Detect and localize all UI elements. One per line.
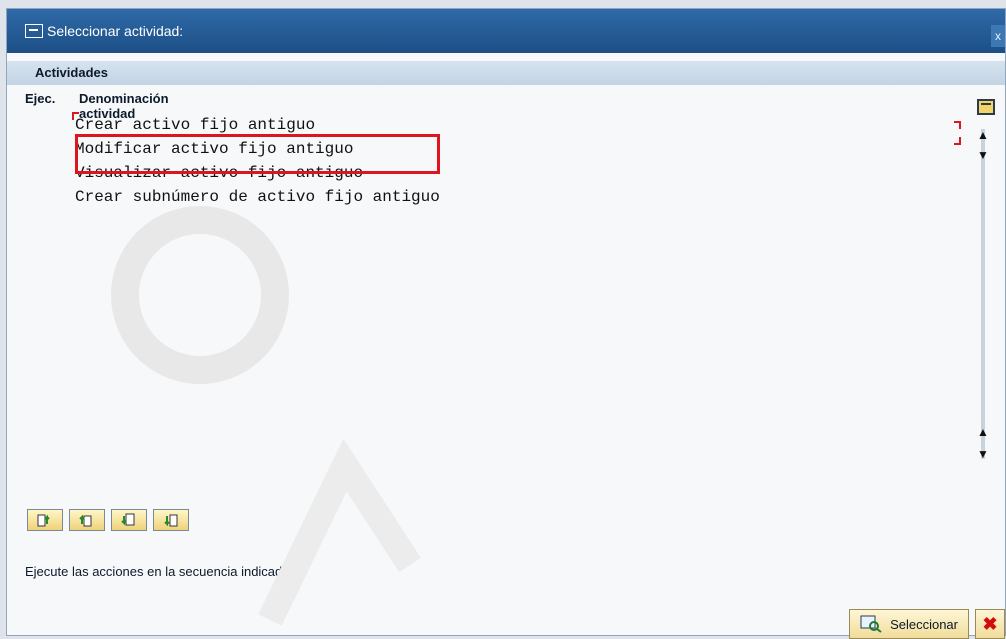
move-up-button[interactable] — [27, 509, 63, 531]
layout-settings-icon[interactable] — [977, 99, 995, 115]
window-icon — [25, 24, 43, 38]
scrollbar[interactable] — [981, 129, 985, 459]
highlight-box — [75, 134, 440, 174]
focus-corner — [954, 121, 961, 129]
title-bar: Seleccionar actividad: x — [7, 9, 1005, 53]
reorder-toolbar — [27, 509, 189, 531]
move-bottom-button[interactable] — [153, 509, 189, 531]
scroll-down-icon[interactable]: ▼ — [977, 149, 989, 161]
scroll-down-icon[interactable]: ▼ — [977, 448, 989, 460]
move-top-icon — [79, 514, 92, 527]
focus-corner — [72, 112, 79, 120]
focus-corner — [954, 137, 961, 145]
section-header: Actividades — [7, 61, 1005, 85]
move-top-button[interactable] — [69, 509, 105, 531]
move-up-icon — [37, 514, 50, 527]
close-button[interactable]: x — [991, 25, 1005, 47]
move-down-icon — [121, 513, 135, 526]
dialog-window: Seleccionar actividad: x Actividades Eje… — [6, 8, 1006, 639]
scroll-up-icon[interactable]: ▲ — [977, 426, 989, 438]
move-bottom-icon — [164, 514, 178, 527]
cancel-button[interactable]: ✖ — [975, 609, 1005, 639]
select-icon — [860, 615, 882, 633]
move-down-button[interactable] — [111, 509, 147, 531]
select-label: Seleccionar — [890, 616, 958, 632]
window-title: Seleccionar actividad: — [47, 23, 184, 39]
instruction-text: Ejecute las acciones en la secuencia ind… — [25, 564, 290, 579]
column-exec-header: Ejec. — [25, 91, 56, 106]
cancel-icon: ✖ — [982, 613, 998, 634]
scroll-up-icon[interactable]: ▲ — [977, 129, 989, 141]
activity-item[interactable]: Crear subnúmero de activo fijo antiguo — [75, 185, 440, 209]
select-button[interactable]: Seleccionar — [849, 609, 969, 639]
action-bar: Seleccionar ✖ — [849, 609, 1005, 639]
